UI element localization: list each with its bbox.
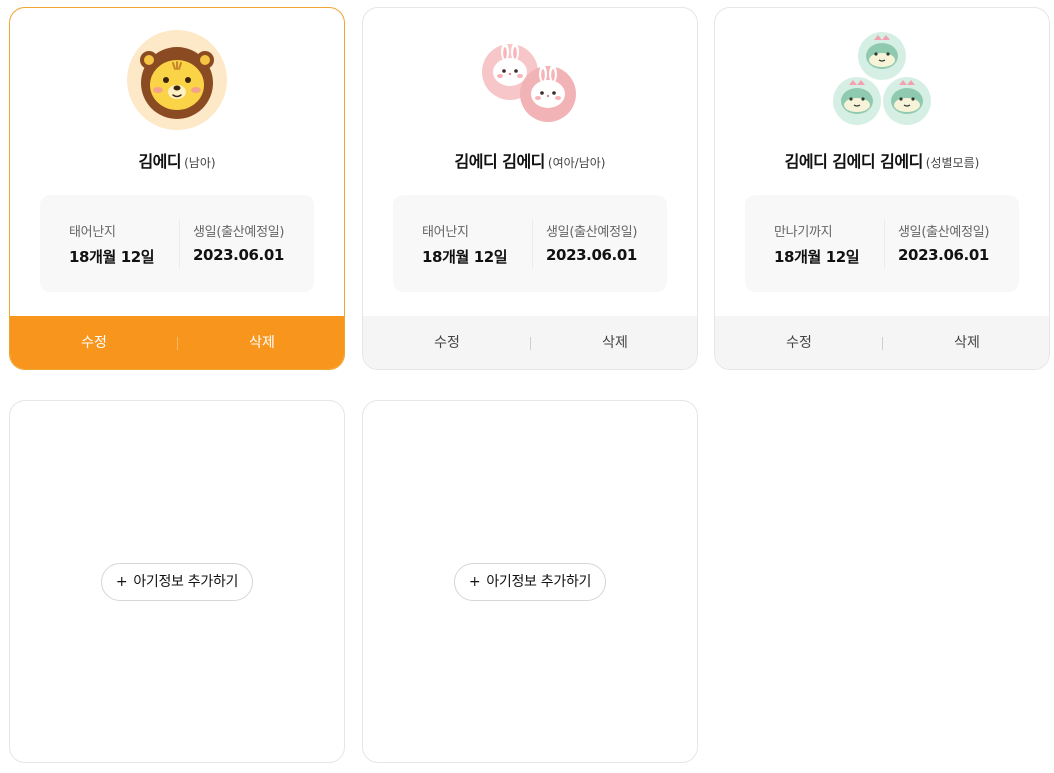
empty-baby-slot: + 아기정보 추가하기 [9,400,345,763]
age-info: 태어난지 18개월 12일 [422,221,508,267]
birthday-value: 2023.06.01 [193,246,284,264]
info-divider [532,219,533,269]
add-baby-label: 아기정보 추가하기 [133,574,239,590]
add-baby-label: 아기정보 추가하기 [486,574,592,590]
baby-info-box: 태어난지 18개월 12일 생일(출산예정일) 2023.06.01 [40,195,314,292]
baby-card[interactable]: 김에디 (남아) 태어난지 18개월 12일 생일(출산예정일) 2023.06.… [9,7,345,370]
edit-button[interactable]: 수정 [715,316,883,369]
birthday-info: 생일(출산예정일) 2023.06.01 [546,221,637,264]
birthday-info: 생일(출산예정일) 2023.06.01 [898,221,989,264]
age-label: 만나기까지 [774,225,833,240]
add-baby-button[interactable]: + 아기정보 추가하기 [101,563,253,601]
baby-name: 김에디 [138,152,182,171]
birthday-label: 생일(출산예정일) [898,225,990,240]
baby-name: 김에디 김에디 [454,152,546,171]
age-label: 태어난지 [69,225,116,240]
baby-profile: 김에디 김에디 김에디 (성별모름) 만나기까지 18개월 12일 생일(출산예정… [715,8,1049,316]
dinosaur-triplets-avatar-icon [715,30,1049,130]
empty-baby-slot: + 아기정보 추가하기 [362,400,698,763]
age-value: 18개월 12일 [774,248,860,266]
age-value: 18개월 12일 [422,248,508,266]
baby-gender: (남아) [184,156,216,170]
plus-icon: + [468,574,481,590]
baby-profile: 김에디 김에디 (여아/남아) 태어난지 18개월 12일 생일(출산예정일) 2… [363,8,697,316]
baby-card[interactable]: 김에디 김에디 김에디 (성별모름) 만나기까지 18개월 12일 생일(출산예정… [714,7,1050,370]
age-label: 태어난지 [422,225,469,240]
baby-name-line: 김에디 김에디 김에디 (성별모름) [715,148,1049,172]
card-actions: 수정 삭제 [363,316,697,369]
card-actions: 수정 삭제 [715,316,1049,369]
baby-name: 김에디 김에디 김에디 [784,152,924,171]
birthday-info: 생일(출산예정일) 2023.06.01 [193,221,284,264]
birthday-label: 생일(출산예정일) [193,225,285,240]
birthday-value: 2023.06.01 [898,246,989,264]
baby-name-line: 김에디 김에디 (여아/남아) [363,148,697,172]
birthday-value: 2023.06.01 [546,246,637,264]
info-divider [884,219,885,269]
edit-button[interactable]: 수정 [10,316,178,369]
baby-info-box: 태어난지 18개월 12일 생일(출산예정일) 2023.06.01 [393,195,667,292]
age-info: 태어난지 18개월 12일 [69,221,155,267]
edit-button[interactable]: 수정 [363,316,531,369]
info-divider [179,219,180,269]
delete-button[interactable]: 삭제 [883,316,1049,369]
delete-button[interactable]: 삭제 [531,316,697,369]
plus-icon: + [115,574,128,590]
baby-card[interactable]: 김에디 김에디 (여아/남아) 태어난지 18개월 12일 생일(출산예정일) 2… [362,7,698,370]
rabbit-twins-avatar-icon [363,30,697,130]
age-value: 18개월 12일 [69,248,155,266]
add-baby-button[interactable]: + 아기정보 추가하기 [454,563,606,601]
lion-avatar-icon [10,30,344,130]
card-actions: 수정 삭제 [10,316,344,369]
baby-name-line: 김에디 (남아) [10,148,344,172]
delete-button[interactable]: 삭제 [178,316,344,369]
birthday-label: 생일(출산예정일) [546,225,638,240]
baby-profile: 김에디 (남아) 태어난지 18개월 12일 생일(출산예정일) 2023.06.… [10,8,344,316]
baby-gender: (성별모름) [925,156,980,170]
baby-info-box: 만나기까지 18개월 12일 생일(출산예정일) 2023.06.01 [745,195,1019,292]
baby-gender: (여아/남아) [547,156,606,170]
age-info: 만나기까지 18개월 12일 [774,221,860,267]
